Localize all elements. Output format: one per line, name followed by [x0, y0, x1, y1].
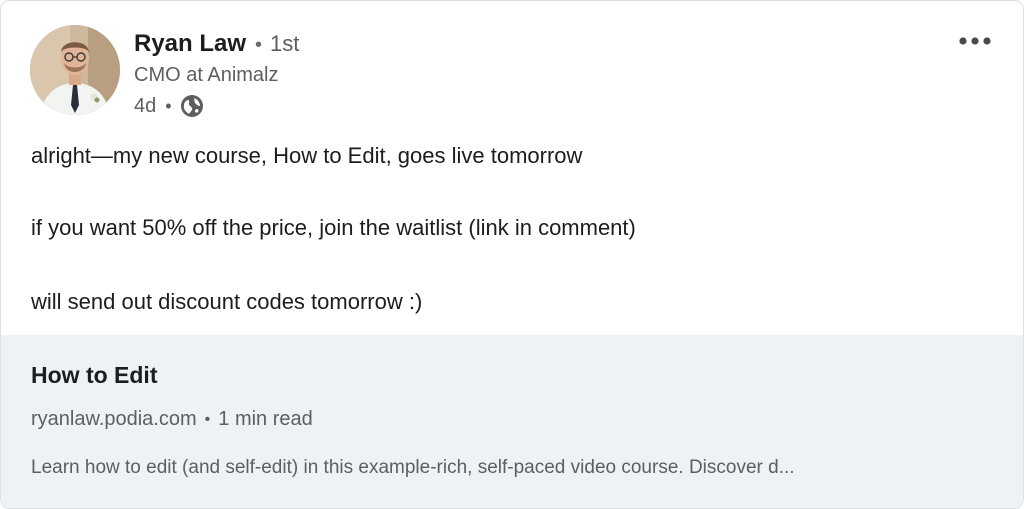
post-text-line: if you want 50% off the price, join the …: [31, 215, 636, 240]
author-avatar[interactable]: [30, 25, 120, 115]
link-preview-meta: ryanlaw.podia.com • 1 min read: [31, 408, 313, 431]
link-preview-domain: ryanlaw.podia.com: [31, 408, 197, 430]
separator-dot: •: [255, 34, 263, 56]
avatar-photo: [30, 25, 120, 115]
post-text-line: alright—my new course, How to Edit, goes…: [31, 143, 583, 168]
post-header: Ryan Law • 1st CMO at Animalz 4d •: [1, 1, 1023, 131]
more-horizontal-icon: [959, 37, 991, 45]
separator-dot: •: [204, 410, 211, 428]
feed-post-card: Ryan Law • 1st CMO at Animalz 4d • alrig…: [0, 0, 1024, 509]
author-name[interactable]: Ryan Law: [134, 30, 246, 58]
author-headline: CMO at Animalz: [134, 64, 279, 86]
post-meta: 4d •: [134, 93, 204, 119]
link-preview-title[interactable]: How to Edit: [31, 362, 157, 389]
more-options-button[interactable]: [951, 25, 999, 57]
link-preview-description: Learn how to edit (and self-edit) in thi…: [31, 457, 795, 478]
link-preview-read-time: 1 min read: [218, 408, 313, 430]
connection-degree: 1st: [270, 31, 300, 56]
post-text-line: will send out discount codes tomorrow :): [31, 289, 423, 314]
globe-icon: [180, 94, 204, 118]
separator-dot: •: [165, 95, 172, 116]
post-time: 4d: [134, 94, 157, 117]
author-name-line: Ryan Law • 1st: [134, 30, 299, 60]
